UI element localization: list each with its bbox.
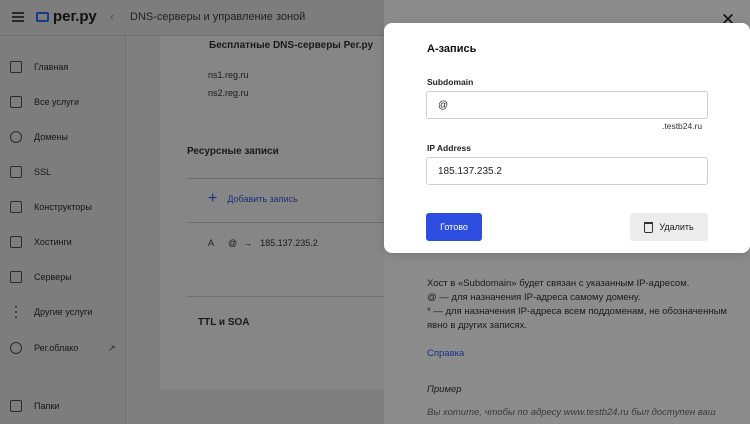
home-icon xyxy=(10,61,22,73)
divider xyxy=(187,178,384,179)
logo[interactable]: рег.ру xyxy=(36,8,97,25)
add-record-label: Добавить запись xyxy=(227,194,298,204)
logo-icon xyxy=(36,11,49,22)
info-line: Хост в «Subdomain» будет связан с указан… xyxy=(427,278,690,289)
sidebar-item-domains[interactable]: Домены xyxy=(10,131,68,143)
trash-icon xyxy=(644,221,654,233)
sidebar-item-label: Рег.облако xyxy=(34,343,79,353)
divider xyxy=(187,296,384,297)
list-icon xyxy=(10,96,22,108)
external-link-icon[interactable]: ↗ xyxy=(108,343,116,354)
nameserver-1: ns1.reg.ru xyxy=(208,70,249,80)
resource-records-title: Ресурсные записи xyxy=(187,146,279,157)
info-line: * — для назначения IP-адреса всем поддом… xyxy=(427,306,727,331)
example-title: Пример xyxy=(427,384,462,395)
arrow-right-icon: → xyxy=(243,238,253,248)
nameserver-2: ns2.reg.ru xyxy=(208,88,249,98)
dialog-title: А-запись xyxy=(427,43,477,55)
sidebar-item-label: Главная xyxy=(34,62,69,72)
more-vertical-icon xyxy=(10,306,22,318)
back-icon[interactable]: ‹ xyxy=(110,9,114,24)
sidebar-item-label: Конструкторы xyxy=(34,202,92,212)
sidebar-item-constructors[interactable]: Конструкторы xyxy=(10,201,92,213)
globe-icon xyxy=(10,131,22,143)
add-record-button[interactable]: + Добавить запись xyxy=(208,190,298,207)
sidebar-item-ssl[interactable]: SSL xyxy=(10,166,51,178)
sidebar-item-label: SSL xyxy=(34,167,52,177)
a-record-dialog: А-запись Subdomain .testb24.ru IP Addres… xyxy=(384,23,750,253)
sidebar-item-label: Папки xyxy=(34,401,60,411)
sidebar-item-label: Все услуги xyxy=(34,97,79,107)
dns-record-row[interactable]: A @ → 185.137.235.2 xyxy=(208,238,318,248)
sidebar-item-folders[interactable]: Папки xyxy=(10,400,59,412)
sidebar-item-label: Серверы xyxy=(34,272,72,282)
sidebar-item-home[interactable]: Главная xyxy=(10,61,68,73)
sidebar-item-hosting[interactable]: Хостинги xyxy=(10,236,72,248)
cloud-icon xyxy=(10,342,22,354)
sidebar-item-label: Домены xyxy=(34,132,68,142)
delete-label: Удалить xyxy=(659,222,694,232)
folder-icon xyxy=(10,400,22,412)
panel-info: Хост в «Subdomain» будет связан с указан… xyxy=(427,277,727,333)
done-button[interactable]: Готово xyxy=(426,213,482,241)
record-host: @ xyxy=(228,238,238,248)
delete-button[interactable]: Удалить xyxy=(630,213,708,241)
lock-icon xyxy=(10,166,22,178)
ttl-soa-section[interactable]: TTL и SOA xyxy=(198,317,250,328)
breadcrumb: DNS-серверы и управление зоной xyxy=(130,11,306,23)
plus-icon: + xyxy=(208,190,218,207)
help-link[interactable]: Справка xyxy=(427,348,464,359)
ip-address-input[interactable] xyxy=(426,157,708,185)
dns-content-card xyxy=(160,36,384,390)
divider xyxy=(187,222,384,223)
sidebar-item-reg-cloud[interactable]: Рег.облако xyxy=(10,342,78,354)
sidebar-item-all-services[interactable]: Все услуги xyxy=(10,96,79,108)
example-text: Вы хотите, чтобы по адресу www.testb24.r… xyxy=(427,407,716,418)
server-icon xyxy=(10,236,22,248)
record-value: 185.137.235.2 xyxy=(260,238,318,248)
subdomain-input[interactable] xyxy=(426,91,708,119)
window-icon xyxy=(10,201,22,213)
sidebar-item-servers[interactable]: Серверы xyxy=(10,271,72,283)
server-rack-icon xyxy=(10,271,22,283)
info-line: @ — для назначения IP-адреса самому доме… xyxy=(427,292,641,303)
sidebar-item-label: Другие услуги xyxy=(34,307,93,317)
domain-suffix: .testb24.ru xyxy=(662,121,703,131)
sidebar-item-other-services[interactable]: Другие услуги xyxy=(10,306,92,318)
ip-address-label: IP Address xyxy=(427,143,471,153)
free-dns-title: Бесплатные DNS-серверы Рег.ру xyxy=(209,40,374,51)
sidebar-item-label: Хостинги xyxy=(34,237,72,247)
logo-text: рег.ру xyxy=(53,8,97,25)
subdomain-label: Subdomain xyxy=(427,77,474,87)
record-type: A xyxy=(208,238,215,248)
sidebar xyxy=(0,36,126,424)
menu-icon[interactable] xyxy=(12,12,24,22)
